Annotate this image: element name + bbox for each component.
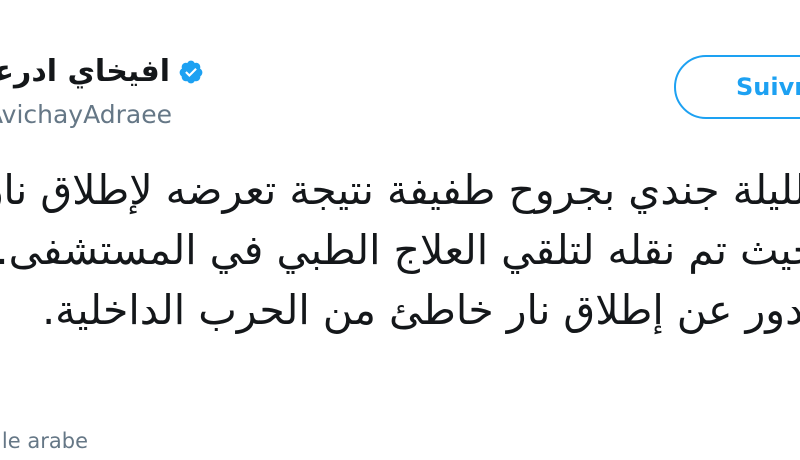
tweet-card: افيخاي ادرعي @AvichayAdraee Suivre الليل… — [0, 0, 800, 460]
author-name-row[interactable]: افيخاي ادرعي — [0, 52, 204, 92]
author-display-name[interactable]: افيخاي ادرعي — [0, 52, 170, 92]
follow-button[interactable]: Suivre — [674, 55, 800, 119]
author-handle[interactable]: @AvichayAdraee — [0, 100, 172, 130]
verified-badge-icon — [178, 59, 204, 85]
tweet-line: حيث تم نقله لتلقي العلاج الطبي في المستش… — [0, 226, 800, 274]
tweet-line: يدور عن إطلاق نار خاطئ من الحرب الداخلية… — [42, 286, 800, 334]
tweet-text: الليلة جندي بجروح طفيفة نتيجة تعرضه لإطل… — [0, 160, 800, 340]
tweet-line: الليلة جندي بجروح طفيفة نتيجة تعرضه لإطل… — [0, 166, 800, 214]
translate-tweet-link[interactable]: Traduire depuis le arabe — [0, 427, 88, 455]
